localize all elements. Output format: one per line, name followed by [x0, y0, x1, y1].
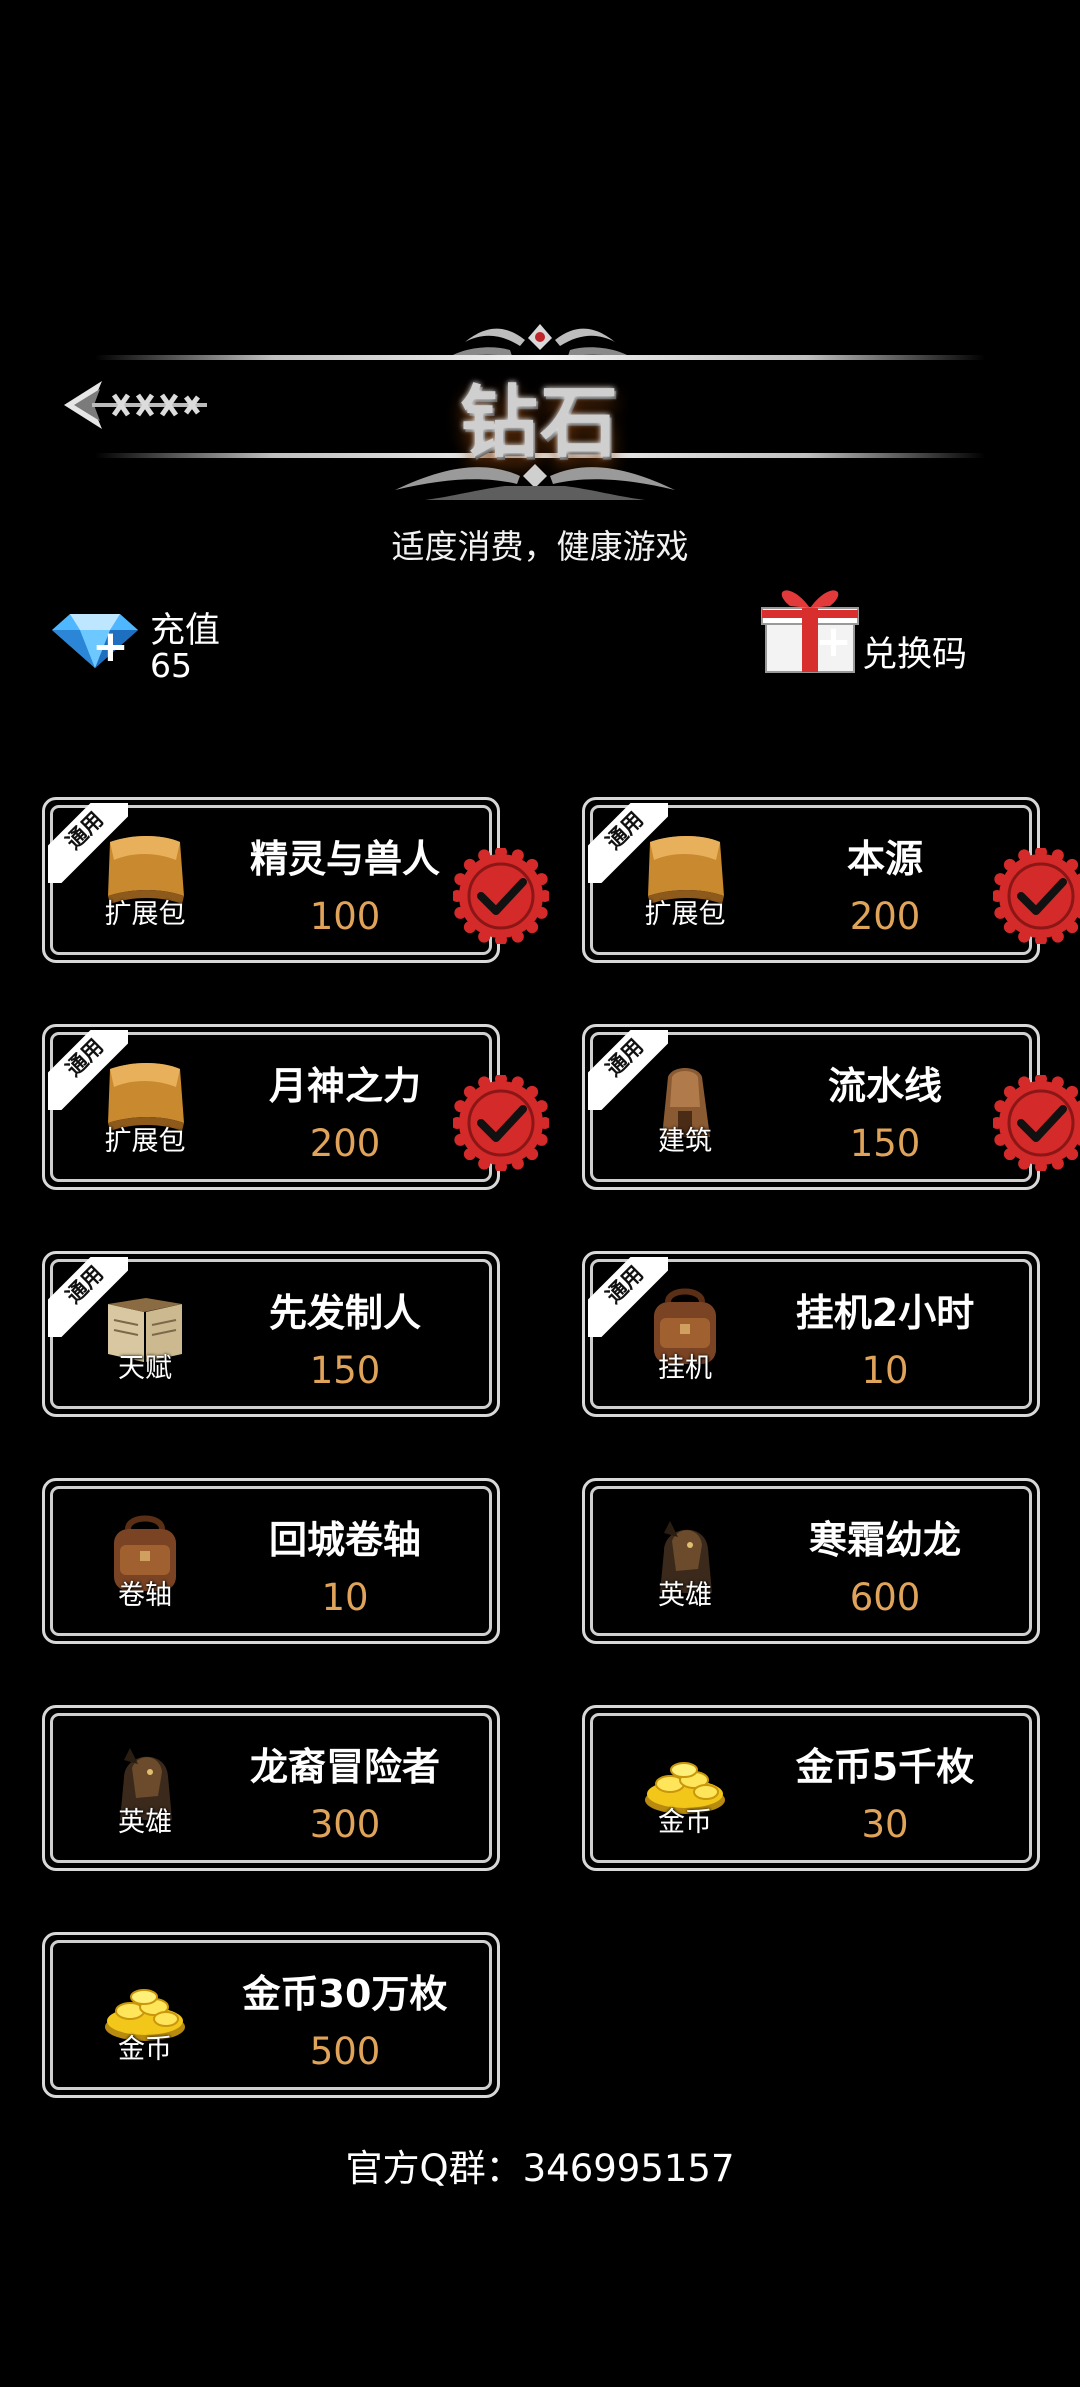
item-name: 挂机2小时	[795, 1291, 975, 1335]
item-price: 500	[309, 2030, 381, 2073]
page-subtitle: 适度消费，健康游戏	[391, 527, 689, 566]
item-type-label: 建筑	[658, 1126, 712, 1157]
item-price: 200	[849, 895, 921, 938]
shop-item-card[interactable]: 通用 建筑 流水线 150	[582, 1024, 1080, 1190]
item-type-label: 挂机	[658, 1353, 712, 1384]
diamond-balance: 65	[150, 646, 192, 685]
hero-icon: 英雄	[90, 1738, 200, 1848]
back-button[interactable]	[62, 375, 212, 435]
shop-item-card[interactable]: 通用 扩展包 本源 200	[582, 797, 1080, 963]
shop-item-card[interactable]: 英雄 龙裔冒险者 300	[42, 1705, 500, 1871]
item-price: 600	[849, 1576, 921, 1619]
purchased-check-icon	[451, 846, 551, 946]
item-name: 寒霜幼龙	[808, 1518, 961, 1562]
item-price: 10	[861, 1349, 909, 1392]
item-price: 150	[849, 1122, 921, 1165]
plus-icon: +	[92, 621, 129, 672]
item-type-label: 英雄	[658, 1580, 712, 1611]
shop-item-card[interactable]: 金币 金币5千枚 30	[582, 1705, 1040, 1871]
qq-group-text: 官方Q群：346995157	[345, 2147, 735, 2190]
shop-item-card[interactable]: 通用 天赋 先发制人 150	[42, 1251, 500, 1417]
item-name: 月神之力	[268, 1064, 421, 1108]
item-name: 金币5千枚	[795, 1745, 975, 1789]
shop-item-card[interactable]: 英雄 寒霜幼龙 600	[582, 1478, 1040, 1644]
page-title: 钻石	[459, 377, 620, 468]
item-name: 回城卷轴	[268, 1518, 421, 1562]
item-type-label: 英雄	[118, 1807, 172, 1838]
item-name: 金币30万枚	[242, 1972, 448, 2016]
item-type-label: 扩展包	[644, 899, 726, 930]
item-type-label: 金币	[118, 2034, 172, 2065]
shop-item-card[interactable]: 金币 金币30万枚 500	[42, 1932, 500, 2098]
coins-icon: 金币	[630, 1738, 740, 1848]
coins-icon: 金币	[90, 1965, 200, 2075]
shop-item-card[interactable]: 通用 挂机 挂机2小时 10	[582, 1251, 1040, 1417]
item-name: 先发制人	[268, 1291, 421, 1335]
item-type-label: 扩展包	[104, 899, 186, 930]
item-name: 龙裔冒险者	[249, 1745, 440, 1789]
book-icon: 天赋	[90, 1284, 200, 1394]
backpack-icon: 挂机	[630, 1284, 740, 1394]
item-price: 10	[321, 1576, 369, 1619]
item-type-label: 天赋	[118, 1353, 172, 1384]
shop-item-card[interactable]: 通用 扩展包 月神之力 200	[42, 1024, 551, 1190]
recharge-button[interactable]: + 充值 65	[50, 600, 290, 690]
item-type-label: 扩展包	[104, 1126, 186, 1157]
back-arrow-icon	[64, 381, 207, 429]
item-price: 200	[309, 1122, 381, 1165]
item-type-label: 卷轴	[118, 1580, 172, 1611]
scroll-icon: 扩展包	[90, 1057, 200, 1167]
header: 钻石 适度消费，健康游戏	[0, 300, 1080, 566]
building-icon: 建筑	[630, 1057, 740, 1167]
plus-icon: +	[815, 616, 852, 667]
hero-icon: 英雄	[630, 1511, 740, 1621]
item-type-label: 金币	[658, 1807, 712, 1838]
purchased-check-icon	[991, 1073, 1080, 1173]
redeem-code-button[interactable]: + 兑换码	[760, 580, 1020, 680]
purchased-check-icon	[451, 1073, 551, 1173]
redeem-label: 兑换码	[862, 635, 968, 675]
ornament-bottom-icon	[395, 464, 675, 500]
item-name: 精灵与兽人	[249, 837, 440, 881]
scroll-icon: 扩展包	[630, 830, 740, 940]
purchased-check-icon	[991, 846, 1080, 946]
item-name: 流水线	[827, 1064, 942, 1108]
item-price: 150	[309, 1349, 381, 1392]
backpack-icon: 卷轴	[90, 1511, 200, 1621]
item-price: 100	[309, 895, 381, 938]
item-price: 30	[861, 1803, 909, 1846]
item-price: 300	[309, 1803, 381, 1846]
scroll-icon: 扩展包	[90, 830, 200, 940]
item-name: 本源	[846, 837, 923, 881]
shop-item-card[interactable]: 卷轴 回城卷轴 10	[42, 1478, 500, 1644]
shop-item-card[interactable]: 通用 扩展包 精灵与兽人 100	[42, 797, 551, 963]
